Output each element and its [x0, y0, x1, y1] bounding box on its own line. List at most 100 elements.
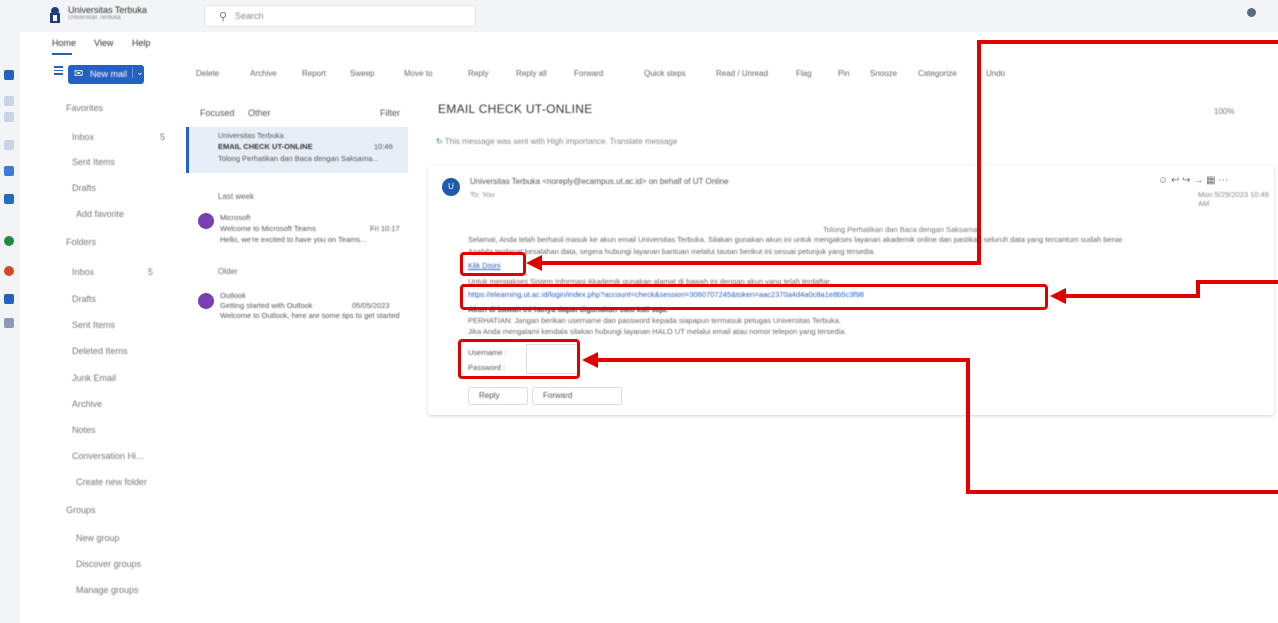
inbox-fav-count: 5 — [160, 132, 166, 142]
tab-home[interactable]: Home — [52, 38, 76, 48]
menu-icon[interactable] — [54, 66, 63, 75]
delete-button[interactable]: Delete — [196, 69, 219, 78]
info-text: This message was sent with High importan… — [444, 137, 678, 146]
sender-avatar: U — [442, 178, 460, 196]
flag-button[interactable]: Flag — [796, 69, 812, 78]
people-icon[interactable] — [4, 112, 14, 122]
university-logo — [48, 6, 62, 24]
todo-icon[interactable] — [4, 166, 14, 176]
annotation-line — [977, 40, 981, 264]
mail-action-icons[interactable]: ☺ ↩ ↪ → ▦ ⋯ — [1158, 175, 1228, 186]
mail-icon[interactable] — [4, 70, 14, 80]
folder-notes[interactable]: Notes — [72, 425, 96, 435]
annotation-line — [977, 40, 1278, 44]
archive-button[interactable]: Archive — [250, 69, 277, 78]
msg-subject: Getting started with Outlook — [220, 301, 313, 310]
org-subtitle: Universitas Terbuka — [68, 15, 121, 21]
reply-all-ribbon-button[interactable]: Reply all — [516, 69, 547, 78]
search-box[interactable]: ⚲ Search — [204, 5, 476, 27]
highlight-link-box — [460, 252, 526, 276]
folder-sent[interactable]: Sent Items — [72, 320, 115, 330]
favorites-header[interactable]: Favorites — [66, 103, 103, 113]
msg-time: Fri 10:17 — [370, 224, 400, 233]
undo-button[interactable]: Undo — [986, 69, 1005, 78]
apps-icon[interactable] — [4, 318, 14, 328]
powerpoint-icon[interactable] — [4, 266, 14, 276]
quick-steps-button[interactable]: Quick steps — [644, 69, 686, 78]
msg-preview: Hello, we're excited to have you on Team… — [220, 235, 367, 244]
folder-sent-fav[interactable]: Sent Items — [72, 157, 115, 167]
attach-icon[interactable] — [4, 140, 14, 150]
ribbon-toolbar: ✉ New mail ⌄ Delete Archive Report Sweep… — [48, 63, 1278, 85]
folder-inbox-fav[interactable]: Inbox — [72, 132, 94, 142]
move-to-button[interactable]: Move to — [404, 69, 432, 78]
recipient: To: You — [470, 190, 495, 199]
categorize-button[interactable]: Categorize — [918, 69, 957, 78]
body-line: Selamat, Anda telah berhasil masuk ke ak… — [468, 235, 1125, 244]
msg-time: 05/05/2023 — [352, 301, 390, 310]
msg-from: Universitas Terbuka — [218, 131, 284, 140]
body-line: Apabila terdapat kesalahan data, segera … — [468, 247, 876, 256]
annotation-line — [540, 261, 981, 265]
manage-groups-link[interactable]: Manage groups — [76, 585, 139, 595]
snooze-button[interactable]: Snooze — [870, 69, 897, 78]
excel-icon[interactable] — [4, 236, 14, 246]
forward-button[interactable]: Forward — [532, 387, 622, 405]
list-item[interactable]: Microsoft Welcome to Microsoft Teams Fri… — [186, 209, 408, 253]
msg-preview: Tolong Perhatikan dan Baca dengan Saksam… — [218, 154, 379, 163]
folder-conversation[interactable]: Conversation Hi... — [72, 451, 144, 461]
new-mail-label: New mail — [90, 69, 128, 79]
folder-drafts[interactable]: Drafts — [72, 294, 96, 304]
app-rail — [0, 32, 20, 623]
annotation-line — [966, 358, 970, 494]
org-name: Universitas Terbuka — [68, 5, 147, 15]
arrow-head — [1050, 288, 1066, 304]
compose-icon: ✉ — [74, 68, 84, 80]
calendar-icon[interactable] — [4, 96, 14, 106]
reply-button[interactable]: Reply — [468, 387, 528, 405]
zoom-control[interactable]: 100% — [1214, 107, 1234, 116]
focused-tab[interactable]: Focused — [200, 108, 235, 118]
reply-label: Reply — [479, 391, 500, 400]
add-favorite-link[interactable]: Add favorite — [76, 209, 124, 219]
tab-view[interactable]: View — [94, 38, 113, 48]
groups-header[interactable]: Groups — [66, 505, 96, 515]
email-subject: EMAIL CHECK UT-ONLINE — [438, 102, 593, 116]
report-button[interactable]: Report — [302, 69, 326, 78]
tab-help[interactable]: Help — [132, 38, 151, 48]
discover-groups-link[interactable]: Discover groups — [76, 559, 141, 569]
folder-inbox[interactable]: Inbox — [72, 267, 94, 277]
folder-archive[interactable]: Archive — [72, 399, 102, 409]
top-bar: Universitas Terbuka Universitas Terbuka … — [0, 0, 1278, 32]
new-group-link[interactable]: New group — [76, 533, 120, 543]
avatar — [198, 293, 214, 309]
word-icon[interactable] — [4, 194, 14, 204]
sender-address[interactable]: Universitas Terbuka <noreply@ecampus.ut.… — [470, 177, 729, 186]
folders-header[interactable]: Folders — [66, 237, 96, 247]
account-icon[interactable] — [1247, 8, 1256, 17]
avatar — [198, 213, 214, 229]
read-unread-button[interactable]: Read / Unread — [716, 69, 768, 78]
search-placeholder: Search — [235, 11, 264, 21]
list-item[interactable]: Universitas Terbuka EMAIL CHECK UT-ONLIN… — [186, 127, 408, 173]
other-tab[interactable]: Other — [248, 108, 271, 118]
pin-button[interactable]: Pin — [838, 69, 850, 78]
folder-deleted[interactable]: Deleted Items — [72, 346, 128, 356]
new-mail-button[interactable]: ✉ New mail ⌄ — [68, 65, 144, 84]
filter-button[interactable]: Filter — [380, 108, 400, 118]
onedrive-icon[interactable] — [4, 294, 14, 304]
annotation-line — [596, 358, 970, 362]
create-folder-link[interactable]: Create new folder — [76, 477, 147, 487]
chevron-down-icon[interactable]: ⌄ — [132, 67, 144, 78]
sweep-button[interactable]: Sweep — [350, 69, 374, 78]
list-item[interactable]: Outlook Getting started with Outlook 05/… — [186, 287, 408, 327]
msg-preview: Welcome to Outlook, here are some tips t… — [220, 311, 400, 320]
folder-drafts-fav[interactable]: Drafts — [72, 183, 96, 193]
reply-ribbon-button[interactable]: Reply — [468, 69, 488, 78]
mail-date: Mon 5/29/2023 10:46 AM — [1198, 190, 1269, 208]
msg-subject: Welcome to Microsoft Teams — [220, 224, 317, 233]
forward-ribbon-button[interactable]: Forward — [574, 69, 603, 78]
message-list: Focused Other Filter Universitas Terbuka… — [184, 95, 416, 623]
info-bar: ↻ This message was sent with High import… — [436, 137, 677, 146]
folder-junk[interactable]: Junk Email — [72, 373, 116, 383]
